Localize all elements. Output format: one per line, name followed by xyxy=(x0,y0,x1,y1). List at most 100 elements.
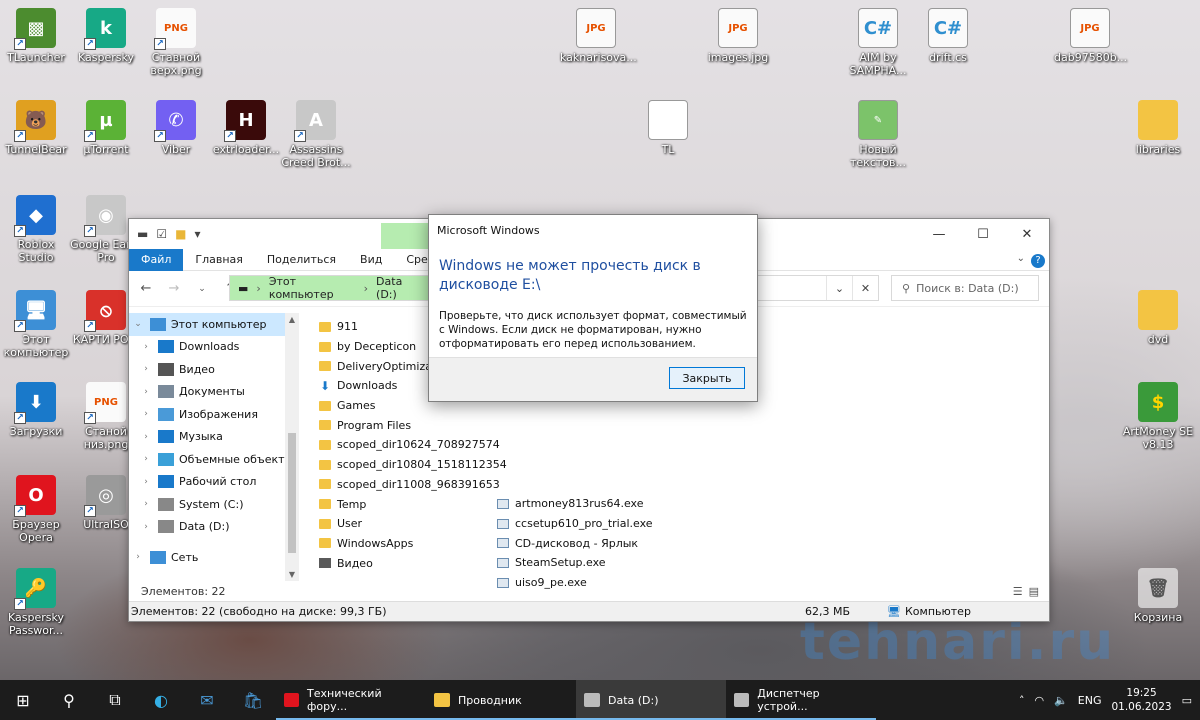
desktop-icon-top-5[interactable]: TL xyxy=(632,100,704,156)
taskbar-app-3[interactable]: Диспетчер устрой... xyxy=(726,680,876,720)
chevron-right-icon[interactable]: › xyxy=(139,342,153,352)
start-button[interactable]: ⊞ xyxy=(0,680,46,720)
file-row[interactable]: scoped_dir10624_708927574 xyxy=(319,435,500,455)
desktop-icon-12[interactable]: ⬇ ↗ Загрузки xyxy=(0,382,72,438)
desktop-icon-5[interactable]: ✆ ↗ Viber xyxy=(140,100,212,156)
desktop-icon-0[interactable]: ▩ ↗ TLauncher xyxy=(0,8,72,64)
nav-item-7[interactable]: › Рабочий стол xyxy=(129,471,299,494)
notifications-icon[interactable]: ▭ xyxy=(1182,694,1192,707)
desktop-icon-top-6[interactable]: ✎ Новый текстов... xyxy=(842,100,914,169)
taskbar-app-2[interactable]: Data (D:) xyxy=(576,680,726,720)
breadcrumb-this-pc[interactable]: Этот компьютер xyxy=(269,275,356,301)
desktop-icon-top-1[interactable]: JPG images.jpg xyxy=(702,8,774,64)
desktop-icon-2[interactable]: PNG ↗ Ставной верх.png xyxy=(140,8,212,77)
nav-item-10[interactable]: › Сеть xyxy=(129,546,299,569)
file-row[interactable]: Видео xyxy=(319,553,499,573)
nav-scrollbar[interactable]: ▲ ▼ xyxy=(285,313,299,581)
nav-item-9[interactable]: › Data (D:) xyxy=(129,516,299,539)
minimize-button[interactable]: — xyxy=(917,219,961,249)
back-arrow-icon[interactable]: ← xyxy=(137,281,155,296)
ribbon-tab-1[interactable]: Главная xyxy=(183,249,255,271)
new-folder-icon[interactable]: ■ xyxy=(175,227,186,241)
desktop-icon-1[interactable]: k ↗ Kaspersky xyxy=(70,8,142,64)
desktop-icon-top-0[interactable]: JPG kaknarisova... xyxy=(560,8,637,64)
chevron-right-icon[interactable]: › xyxy=(139,499,153,509)
desktop-icon-16[interactable]: 🔑 ↗ Kaspersky Passwor... xyxy=(0,568,72,637)
search-icon[interactable]: ⚲ xyxy=(46,680,92,720)
scroll-thumb[interactable] xyxy=(288,433,296,553)
chevron-right-icon[interactable]: › xyxy=(139,387,153,397)
scroll-down-icon[interactable]: ▼ xyxy=(285,570,299,579)
chevron-down-icon[interactable]: ⌄ xyxy=(131,319,145,329)
wifi-icon[interactable]: ◠ xyxy=(1034,694,1044,707)
desktop-icon-14[interactable]: O ↗ Браузер Opera xyxy=(0,475,72,544)
file-row[interactable]: CD-дисковод - Ярлык xyxy=(497,533,697,553)
edge-icon[interactable]: ◐ xyxy=(138,680,184,720)
desktop-icon-top-7[interactable]: libraries xyxy=(1122,100,1194,156)
file-row[interactable]: scoped_dir10804_1518112354 xyxy=(319,455,507,475)
taskbar-app-1[interactable]: Проводник xyxy=(426,680,576,720)
nav-item-4[interactable]: › Изображения xyxy=(129,403,299,426)
properties-icon[interactable]: ☑ xyxy=(156,227,167,241)
store-icon[interactable]: 🛍 xyxy=(230,680,276,720)
desktop-icon-top-3[interactable]: C# drift.cs xyxy=(912,8,984,64)
task-view-icon[interactable]: ⧉ xyxy=(92,680,138,720)
nav-item-8[interactable]: › System (C:) xyxy=(129,493,299,516)
file-row[interactable]: Temp xyxy=(319,494,499,514)
expand-ribbon-icon[interactable]: ⌄ xyxy=(1017,253,1025,264)
file-row[interactable]: User xyxy=(319,514,499,534)
file-row[interactable]: ccsetup610_pro_trial.exe xyxy=(497,514,697,534)
chevron-up-icon[interactable]: ˄ xyxy=(1019,694,1025,707)
breadcrumb-data-d[interactable]: Data (D:) xyxy=(376,275,422,301)
ribbon-tab-2[interactable]: Поделиться xyxy=(255,249,348,271)
nav-item-1[interactable]: › Downloads xyxy=(129,336,299,359)
chevron-right-icon[interactable]: › xyxy=(139,522,153,532)
file-row[interactable]: scoped_dir11008_968391653 xyxy=(319,475,500,495)
desktop-icon-right-0[interactable]: dvd xyxy=(1122,290,1194,346)
language-indicator[interactable]: ENG xyxy=(1078,694,1102,707)
desktop-icon-right-1[interactable]: $ ArtMoney SE v8.13 xyxy=(1122,382,1194,451)
volume-icon[interactable]: 🔈 xyxy=(1054,694,1068,707)
customize-toolbar-icon[interactable]: ▾ xyxy=(194,227,200,241)
tiles-view-icon[interactable]: ▤ xyxy=(1029,585,1039,598)
file-row[interactable]: Program Files xyxy=(319,415,499,435)
ribbon-tab-0[interactable]: Файл xyxy=(129,248,184,271)
clock[interactable]: 19:25 01.06.2023 xyxy=(1111,686,1171,714)
desktop-icon-top-4[interactable]: JPG dab97580b... xyxy=(1054,8,1127,64)
desktop-icon-4[interactable]: µ ↗ µTorrent xyxy=(70,100,142,156)
desktop-icon-10[interactable]: 🖥 ↗ Этот компьютер xyxy=(0,290,72,359)
desktop-icon-8[interactable]: ◆ ↗ Roblox Studio xyxy=(0,195,72,264)
nav-item-5[interactable]: › Музыка xyxy=(129,426,299,449)
mail-icon[interactable]: ✉ xyxy=(184,680,230,720)
close-button[interactable]: ✕ xyxy=(1005,219,1049,249)
desktop-icon-top-2[interactable]: C# AIM by SAMPHA... xyxy=(842,8,914,77)
chevron-right-icon[interactable]: › xyxy=(139,364,153,374)
chevron-right-icon[interactable]: › xyxy=(131,552,145,562)
file-row[interactable]: WindowsApps xyxy=(319,534,499,554)
ribbon-tab-3[interactable]: Вид xyxy=(348,249,394,271)
chevron-right-icon[interactable]: › xyxy=(139,432,153,442)
address-clear-icon[interactable]: ✕ xyxy=(852,276,878,300)
chevron-right-icon[interactable]: › xyxy=(139,454,153,464)
chevron-right-icon[interactable]: › xyxy=(139,409,153,419)
address-dropdown-icon[interactable]: ⌄ xyxy=(826,276,852,300)
search-box[interactable]: ⚲ Поиск в: Data (D:) xyxy=(891,275,1039,301)
file-row[interactable]: artmoney813rus64.exe xyxy=(497,494,697,514)
scroll-up-icon[interactable]: ▲ xyxy=(285,315,299,324)
nav-item-0[interactable]: ⌄ Этот компьютер xyxy=(129,313,299,336)
desktop-icon-right-2[interactable]: 🗑 Корзина xyxy=(1122,568,1194,624)
nav-item-6[interactable]: › Объемные объекты xyxy=(129,448,299,471)
help-icon[interactable]: ? xyxy=(1031,254,1045,268)
nav-item-3[interactable]: › Документы xyxy=(129,381,299,404)
file-row[interactable]: SteamSetup.exe xyxy=(497,553,697,573)
close-dialog-button[interactable]: Закрыть xyxy=(669,367,745,389)
maximize-button[interactable]: ☐ xyxy=(961,219,1005,249)
recent-dropdown-icon[interactable]: ⌄ xyxy=(193,284,211,294)
desktop-icon-7[interactable]: A ↗ Assassins Creed Brot... xyxy=(280,100,352,169)
details-view-icon[interactable]: ☰ xyxy=(1013,585,1023,598)
file-row[interactable]: uiso9_pe.exe xyxy=(497,573,697,593)
desktop-icon-3[interactable]: 🐻 ↗ TunnelBear xyxy=(0,100,72,156)
chevron-right-icon[interactable]: › xyxy=(139,477,153,487)
taskbar-app-0[interactable]: Технический фору... xyxy=(276,680,426,720)
forward-arrow-icon[interactable]: → xyxy=(165,281,183,296)
